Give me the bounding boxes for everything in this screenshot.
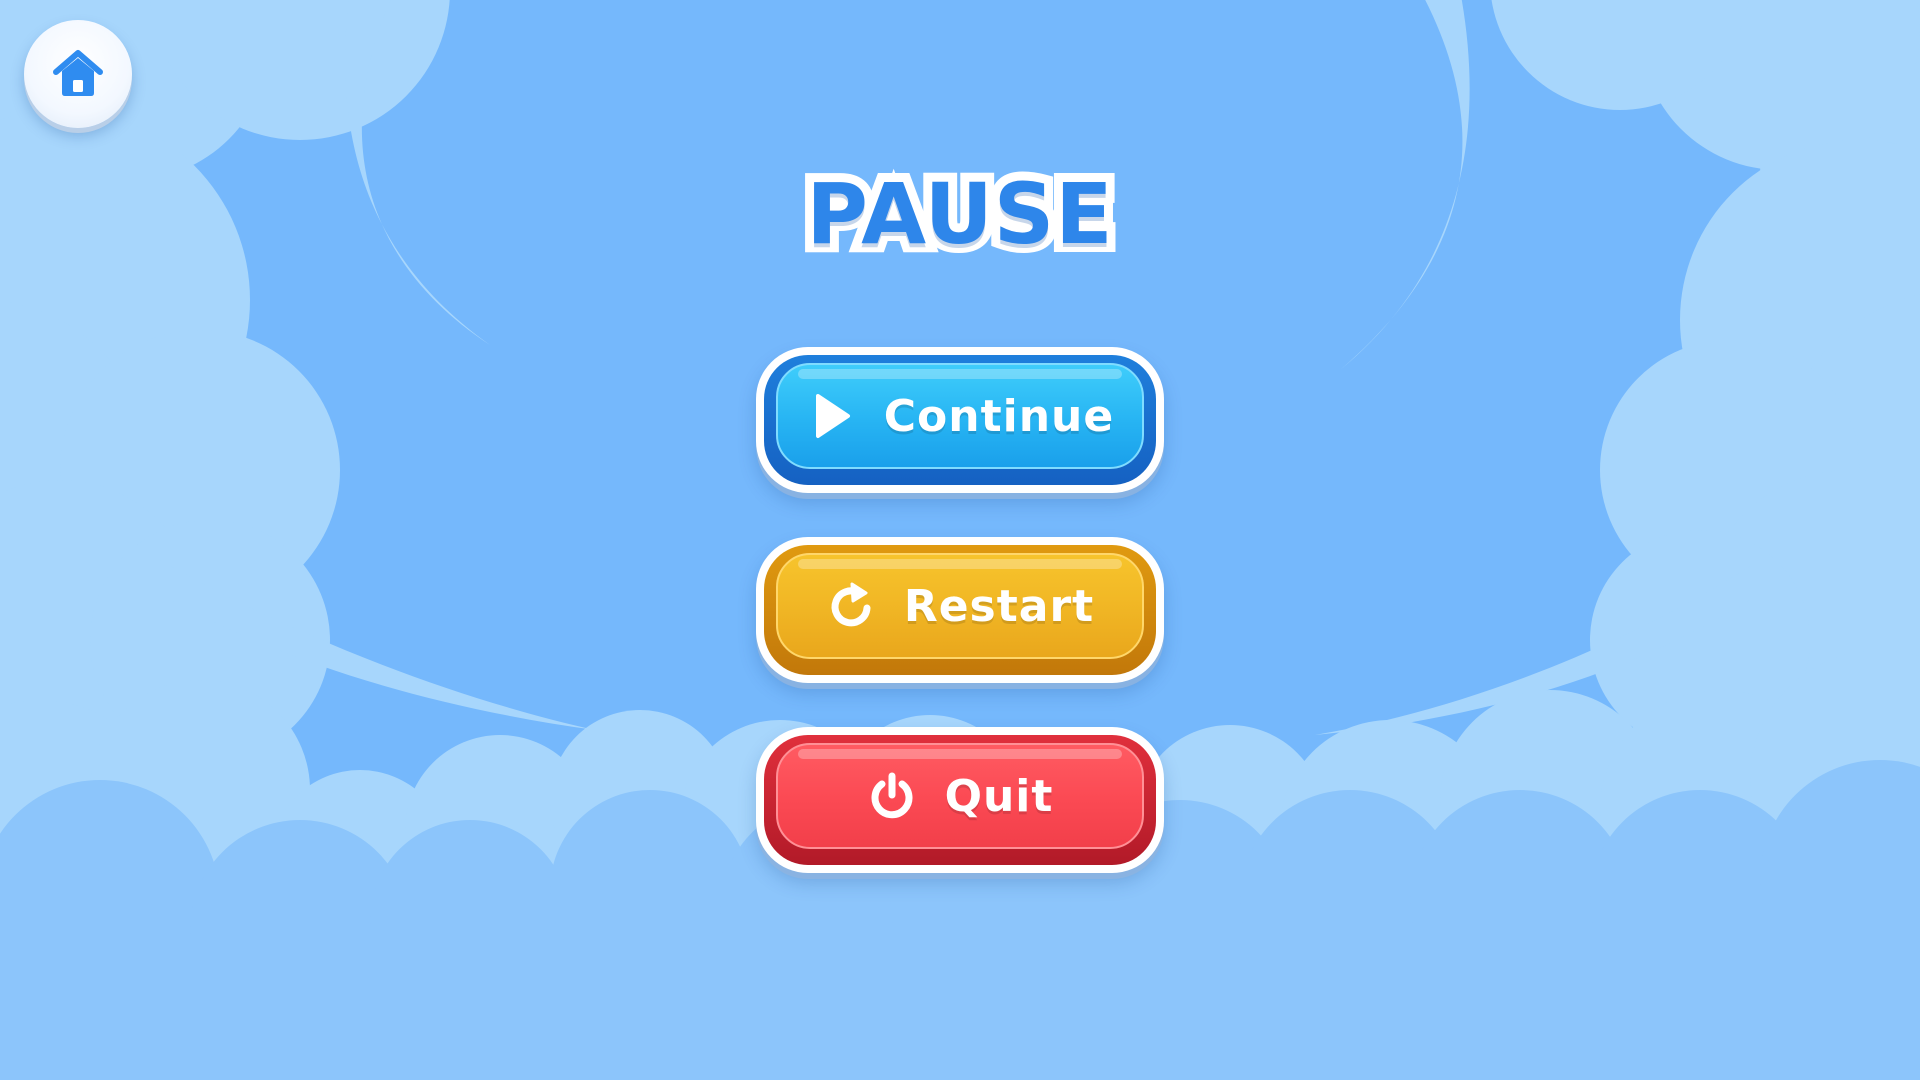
restart-button[interactable]: Restart — [756, 537, 1164, 683]
restart-button-gloss — [798, 559, 1122, 569]
power-icon — [871, 772, 913, 819]
restart-icon — [831, 582, 871, 627]
home-button[interactable] — [24, 20, 132, 128]
continue-button-gloss — [798, 369, 1122, 379]
home-icon — [53, 50, 103, 96]
continue-button-face: Continue — [776, 363, 1144, 469]
pause-title: PAUSE — [797, 163, 1121, 265]
quit-button[interactable]: Quit — [756, 727, 1164, 873]
restart-label: Restart — [903, 580, 1095, 632]
quit-button-frame: Quit — [764, 735, 1156, 865]
restart-button-face: Restart — [776, 553, 1144, 659]
continue-label: Continue — [883, 390, 1115, 442]
quit-button-gloss — [798, 749, 1122, 759]
continue-button[interactable]: Continue — [756, 347, 1164, 493]
quit-label: Quit — [944, 770, 1054, 822]
restart-button-frame: Restart — [764, 545, 1156, 675]
play-icon — [815, 394, 850, 438]
quit-button-face: Quit — [776, 743, 1144, 849]
continue-button-frame: Continue — [764, 355, 1156, 485]
